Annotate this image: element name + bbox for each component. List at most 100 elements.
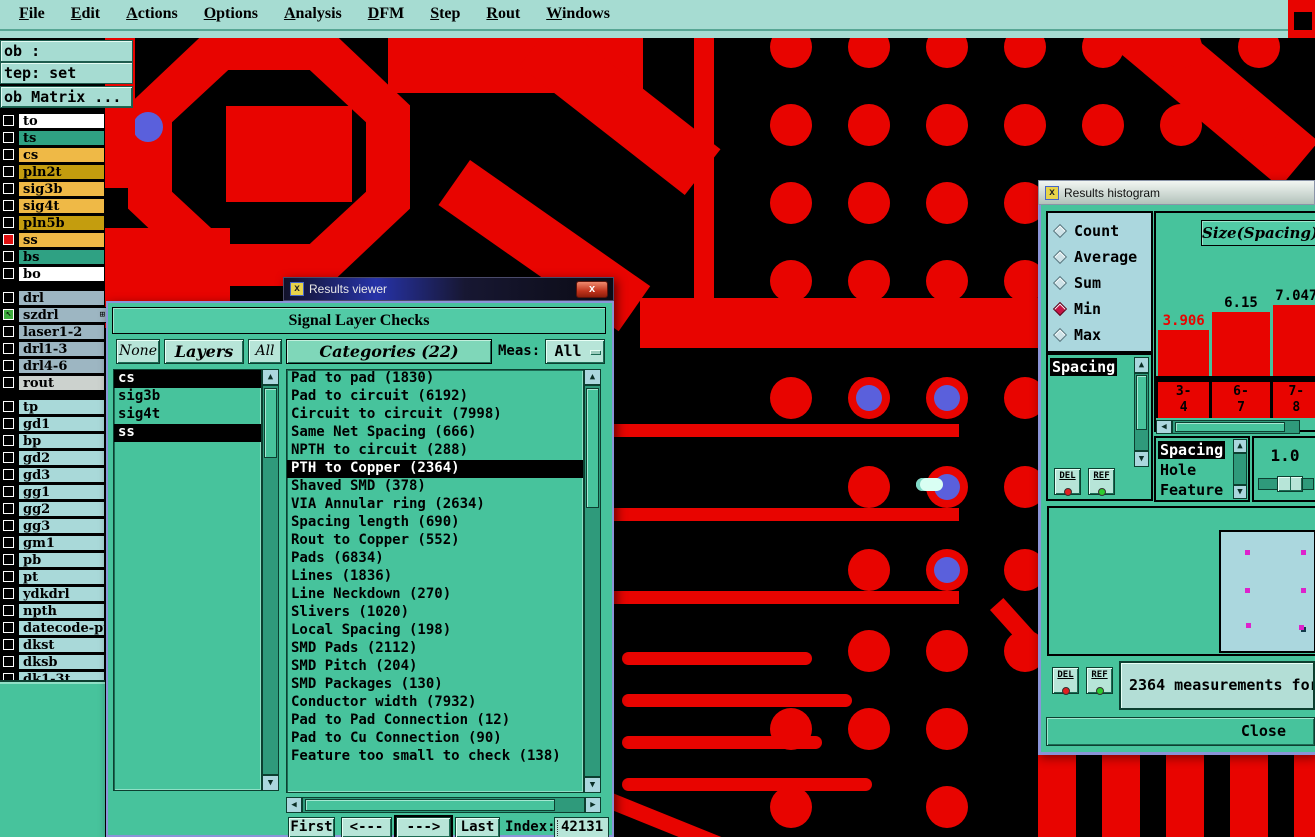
- category-item[interactable]: VIA Annular ring (2634): [287, 496, 583, 514]
- scrollbar-thumb[interactable]: [264, 388, 277, 458]
- layer-row-gd2[interactable]: gd2: [0, 449, 105, 466]
- layer-checkbox[interactable]: [3, 326, 14, 337]
- job-matrix-button[interactable]: ob Matrix ...: [0, 86, 133, 108]
- next-button[interactable]: --->: [394, 815, 453, 837]
- layer-row-npth[interactable]: npth: [0, 602, 105, 619]
- category-item[interactable]: NPTH to circuit (288): [287, 442, 583, 460]
- category-item[interactable]: PTH to Copper (2364): [287, 460, 583, 478]
- results-viewer-titlebar[interactable]: x Results viewer x: [283, 277, 614, 301]
- layer-filter-item[interactable]: sig3b: [114, 388, 261, 406]
- none-button[interactable]: None: [116, 339, 160, 364]
- category-item[interactable]: Shaved SMD (378): [287, 478, 583, 496]
- layer-row-gg1[interactable]: gg1: [0, 483, 105, 500]
- series-list[interactable]: Spacing Hole Feature: [1158, 440, 1226, 500]
- last-button[interactable]: Last: [455, 817, 500, 837]
- ref-button[interactable]: REF: [1086, 667, 1113, 695]
- layer-checkbox[interactable]: [3, 605, 14, 616]
- series-item[interactable]: Spacing: [1158, 440, 1226, 460]
- active-layer-icon[interactable]: [3, 234, 14, 245]
- scrollbar-thumb[interactable]: [1175, 422, 1285, 432]
- layer-list-scrollbar[interactable]: ▲ ▼: [262, 369, 279, 791]
- layer-checkbox[interactable]: [3, 268, 14, 279]
- radio-diamond-icon[interactable]: [1052, 301, 1068, 317]
- layer-row-dksb[interactable]: dksb: [0, 653, 105, 670]
- category-item[interactable]: Pad to pad (1830): [287, 370, 583, 388]
- layer-row-gg3[interactable]: gg3: [0, 517, 105, 534]
- index-input[interactable]: 42131: [554, 817, 609, 837]
- menu-item-step[interactable]: Step: [417, 3, 473, 25]
- layer-row-ss[interactable]: ss: [0, 231, 105, 248]
- radio-diamond-icon[interactable]: [1052, 327, 1068, 343]
- layer-checkbox[interactable]: [3, 418, 14, 429]
- scrollbar-trough[interactable]: [302, 797, 585, 813]
- layer-checkbox[interactable]: [3, 571, 14, 582]
- category-item[interactable]: Same Net Spacing (666): [287, 424, 583, 442]
- layer-row-datecode-pt[interactable]: datecode-pt: [0, 619, 105, 636]
- scroll-down-icon[interactable]: ▼: [262, 775, 279, 791]
- metric-radio-sum[interactable]: Sum: [1048, 270, 1151, 296]
- metric-radio-min[interactable]: Min: [1048, 296, 1151, 322]
- scroll-right-icon[interactable]: ▶: [585, 797, 601, 813]
- scroll-left-icon[interactable]: ◀: [286, 797, 302, 813]
- categories-hscrollbar[interactable]: ◀ ▶: [286, 797, 601, 813]
- measure-list[interactable]: Spacing: [1050, 357, 1132, 377]
- layer-row-pb[interactable]: pb: [0, 551, 105, 568]
- series-item[interactable]: Feature: [1158, 480, 1225, 500]
- category-item[interactable]: Rout to Copper (552): [287, 532, 583, 550]
- layer-checkbox[interactable]: [3, 343, 14, 354]
- layer-row-ts[interactable]: ts: [0, 129, 105, 146]
- results-histogram-titlebar[interactable]: x Results histogram: [1038, 180, 1315, 205]
- layer-row-rout[interactable]: rout: [0, 374, 105, 391]
- layer-row-cs[interactable]: cs: [0, 146, 105, 163]
- radio-diamond-icon[interactable]: [1052, 275, 1068, 291]
- category-item[interactable]: Line Neckdown (270): [287, 586, 583, 604]
- meas-dropdown[interactable]: All: [545, 339, 605, 364]
- category-item[interactable]: Pad to circuit (6192): [287, 388, 583, 406]
- work-layer-arrow-icon[interactable]: ↖: [3, 309, 14, 320]
- menu-item-windows[interactable]: Windows: [533, 3, 623, 25]
- layers-button[interactable]: Layers: [164, 339, 244, 364]
- layer-checkbox[interactable]: [3, 292, 14, 303]
- category-item[interactable]: Circuit to circuit (7998): [287, 406, 583, 424]
- layer-row-drl1-3[interactable]: drl1-3: [0, 340, 105, 357]
- layer-row-sig4t[interactable]: sig4t: [0, 197, 105, 214]
- layer-checkbox[interactable]: [3, 200, 14, 211]
- radio-diamond-icon[interactable]: [1052, 249, 1068, 265]
- prev-button[interactable]: <---: [341, 817, 392, 837]
- layer-row-gd3[interactable]: gd3: [0, 466, 105, 483]
- menu-item-file[interactable]: File: [6, 3, 58, 25]
- category-item[interactable]: Spacing length (690): [287, 514, 583, 532]
- scroll-down-icon[interactable]: ▼: [1134, 451, 1149, 467]
- layer-row-bs[interactable]: bs: [0, 248, 105, 265]
- scrollbar-trough[interactable]: [1233, 453, 1247, 485]
- layer-row-tp[interactable]: tp: [0, 398, 105, 415]
- layer-row-to[interactable]: to: [0, 112, 105, 129]
- expand-icon[interactable]: ⊞: [100, 310, 105, 320]
- scroll-up-icon[interactable]: ▲: [1233, 439, 1247, 453]
- series-item[interactable]: Hole: [1158, 460, 1225, 480]
- chart-hscrollbar[interactable]: ◀: [1156, 420, 1315, 434]
- category-item[interactable]: Local Spacing (198): [287, 622, 583, 640]
- layer-row-drl[interactable]: drl: [0, 289, 105, 306]
- menu-item-dfm[interactable]: DFM: [355, 3, 417, 25]
- layer-row-laser1-2[interactable]: laser1-2: [0, 323, 105, 340]
- layer-filter-item[interactable]: sig4t: [114, 406, 261, 424]
- layer-checkbox[interactable]: [3, 377, 14, 388]
- series-scrollbar[interactable]: ▲ ▼: [1233, 439, 1247, 499]
- category-item[interactable]: Slivers (1020): [287, 604, 583, 622]
- layer-checkbox[interactable]: [3, 520, 14, 531]
- category-item[interactable]: Pads (6834): [287, 550, 583, 568]
- measure-scrollbar[interactable]: ▲ ▼: [1134, 357, 1149, 467]
- scrollbar-trough[interactable]: [262, 385, 279, 775]
- category-item[interactable]: Conductor width (7932): [287, 694, 583, 712]
- layer-row-gg2[interactable]: gg2: [0, 500, 105, 517]
- scrollbar-trough[interactable]: [584, 385, 601, 777]
- ref-button[interactable]: REF: [1088, 468, 1115, 496]
- layer-checkbox[interactable]: [3, 622, 14, 633]
- scroll-down-icon[interactable]: ▼: [1233, 485, 1247, 499]
- layer-checkbox[interactable]: [3, 435, 14, 446]
- close-icon[interactable]: x: [576, 281, 608, 298]
- metric-radio-average[interactable]: Average: [1048, 244, 1151, 270]
- metric-radio-max[interactable]: Max: [1048, 322, 1151, 348]
- layer-checkbox[interactable]: [3, 588, 14, 599]
